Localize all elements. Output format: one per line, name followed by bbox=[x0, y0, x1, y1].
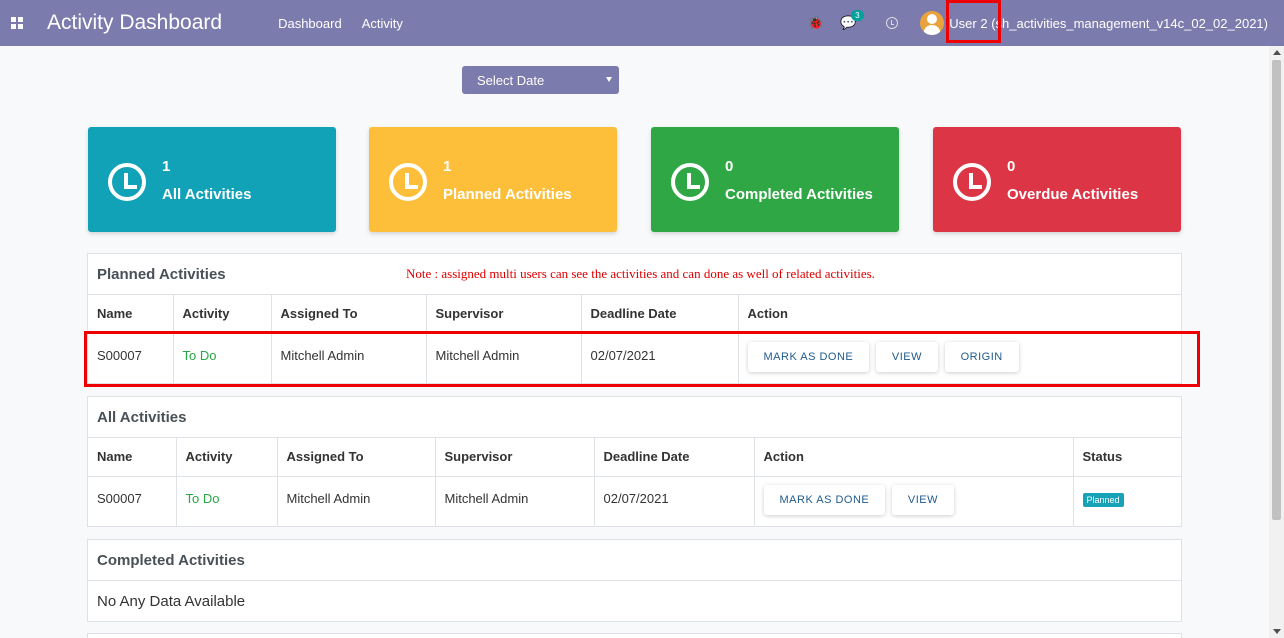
clock-icon bbox=[671, 163, 709, 201]
column-header: Action bbox=[754, 438, 1074, 477]
column-header: Assigned To bbox=[271, 295, 427, 334]
cell-action: MARK AS DONE VIEW bbox=[754, 476, 1074, 526]
caret-down-icon bbox=[606, 77, 612, 82]
column-header: Status bbox=[1073, 438, 1181, 477]
column-header: Supervisor bbox=[435, 438, 595, 477]
card-count: 1 bbox=[162, 158, 171, 175]
clock-icon bbox=[108, 163, 146, 201]
menu-item-activity[interactable]: Activity bbox=[362, 16, 403, 31]
highlight-box-user bbox=[946, 0, 1001, 43]
planned-note: Note : assigned multi users can see the … bbox=[406, 266, 875, 281]
column-header: Assigned To bbox=[277, 438, 436, 477]
card-label: All Activities bbox=[162, 186, 252, 203]
card-completed-activities[interactable]: 0 Completed Activities bbox=[651, 127, 899, 232]
cell-activity: To Do bbox=[176, 476, 278, 526]
completed-activities-panel: Completed Activities No Any Data Availab… bbox=[87, 539, 1182, 622]
top-navbar: Activity Dashboard Dashboard Activity 🐞 … bbox=[0, 0, 1284, 46]
clock-icon bbox=[389, 163, 427, 201]
card-overdue-activities[interactable]: 0 Overdue Activities bbox=[933, 127, 1181, 232]
scroll-thumb[interactable] bbox=[1272, 60, 1281, 520]
all-title: All Activities bbox=[97, 408, 187, 426]
all-table: Name Activity Assigned To Supervisor Dea… bbox=[88, 438, 1181, 526]
column-header: Name bbox=[88, 295, 174, 334]
empty-message: No Any Data Available bbox=[97, 592, 246, 610]
panel-title: Planned Activities Note : assigned multi… bbox=[88, 254, 1181, 295]
card-count: 0 bbox=[1007, 158, 1016, 175]
column-header: Deadline Date bbox=[581, 295, 739, 334]
cell-assigned: Mitchell Admin bbox=[277, 476, 436, 526]
scroll-down-arrow-icon[interactable] bbox=[1273, 629, 1281, 634]
activity-clock-icon[interactable] bbox=[886, 17, 899, 29]
next-panel-edge bbox=[87, 633, 1182, 638]
select-date-dropdown[interactable]: Select Date bbox=[462, 66, 619, 94]
table-header-row: Name Activity Assigned To Supervisor Dea… bbox=[88, 438, 1181, 477]
all-activities-panel: All Activities Name Activity Assigned To… bbox=[87, 396, 1182, 527]
column-header: Activity bbox=[173, 295, 272, 334]
cell-name: S00007 bbox=[88, 476, 177, 526]
messages-badge: 3 bbox=[851, 10, 864, 21]
user-avatar[interactable] bbox=[920, 11, 945, 35]
mark-as-done-button[interactable]: MARK AS DONE bbox=[763, 484, 886, 515]
clock-icon bbox=[953, 163, 991, 201]
messages-icon[interactable]: 💬 3 bbox=[840, 10, 864, 31]
view-button[interactable]: VIEW bbox=[891, 484, 954, 515]
apps-menu-icon[interactable] bbox=[11, 17, 23, 29]
cell-deadline: 02/07/2021 bbox=[594, 476, 755, 526]
main-menu: Dashboard Activity bbox=[278, 16, 403, 31]
column-header: Activity bbox=[176, 438, 278, 477]
card-label: Completed Activities bbox=[725, 186, 873, 203]
cell-status: Planned bbox=[1073, 476, 1181, 526]
app-title: Activity Dashboard bbox=[47, 11, 223, 34]
select-date-label: Select Date bbox=[477, 72, 545, 88]
column-header: Supervisor bbox=[426, 295, 582, 334]
card-all-activities[interactable]: 1 All Activities bbox=[88, 127, 336, 232]
panel-title: Completed Activities bbox=[88, 540, 1181, 581]
panel-title: All Activities bbox=[88, 397, 1181, 438]
highlight-box-row bbox=[84, 331, 1200, 387]
cell-supervisor: Mitchell Admin bbox=[435, 476, 595, 526]
bug-icon[interactable]: 🐞 bbox=[808, 15, 824, 31]
column-header: Name bbox=[88, 438, 177, 477]
status-badge: Planned bbox=[1082, 492, 1124, 507]
planned-title: Planned Activities bbox=[97, 265, 226, 283]
completed-title: Completed Activities bbox=[97, 551, 245, 569]
column-header: Action bbox=[738, 295, 1181, 334]
card-label: Planned Activities bbox=[443, 186, 572, 203]
page-scrollbar[interactable] bbox=[1269, 46, 1284, 638]
card-count: 1 bbox=[443, 158, 452, 175]
table-header-row: Name Activity Assigned To Supervisor Dea… bbox=[88, 295, 1181, 334]
card-planned-activities[interactable]: 1 Planned Activities bbox=[369, 127, 617, 232]
scroll-up-arrow-icon[interactable] bbox=[1273, 50, 1281, 55]
card-count: 0 bbox=[725, 158, 734, 175]
table-row: S00007 To Do Mitchell Admin Mitchell Adm… bbox=[88, 476, 1181, 526]
navbar-systray: 🐞 💬 3 User 2 (sh_activities_management_v1… bbox=[808, 0, 1284, 46]
card-label: Overdue Activities bbox=[1007, 186, 1139, 203]
column-header: Deadline Date bbox=[594, 438, 755, 477]
menu-item-dashboard[interactable]: Dashboard bbox=[278, 16, 342, 31]
